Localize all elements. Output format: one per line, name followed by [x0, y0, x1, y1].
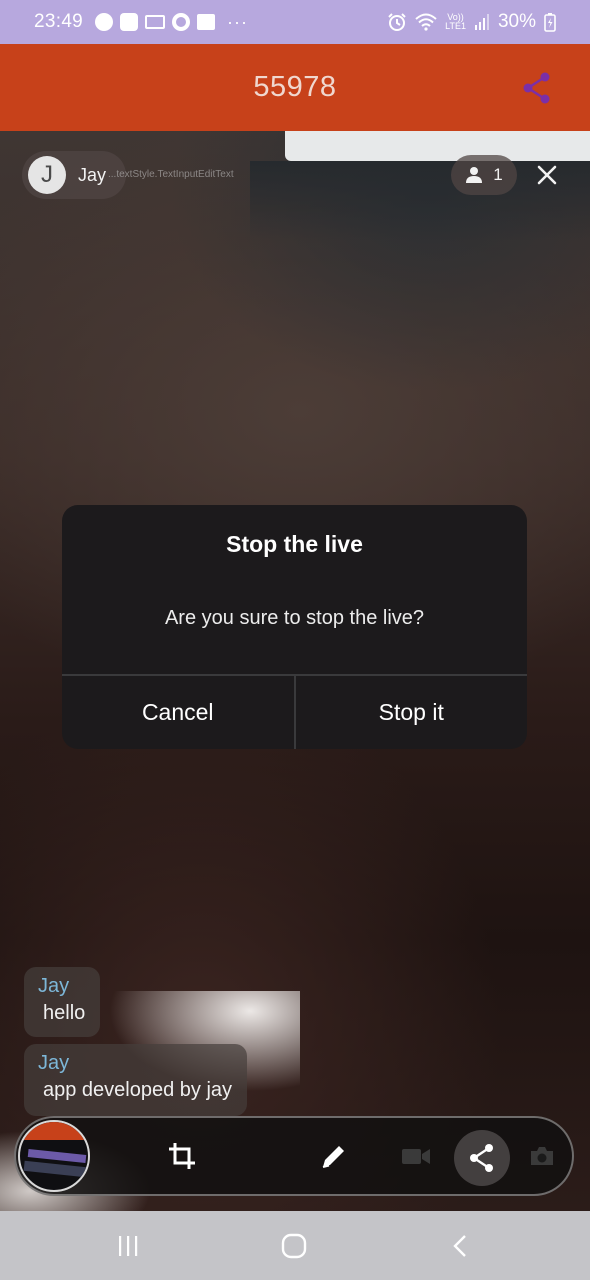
back-icon	[453, 1235, 466, 1257]
spotify-icon	[95, 13, 114, 31]
cancel-button[interactable]: Cancel	[62, 676, 294, 749]
alarm-icon	[388, 13, 406, 31]
battery-charging-icon	[544, 13, 556, 32]
status-bar: 23:49 ··· Vo)) LTE1 30%	[0, 0, 590, 44]
host-name: Jay	[78, 164, 107, 185]
recent-apps-icon	[119, 1236, 138, 1256]
crop-button[interactable]	[162, 1136, 202, 1176]
share-icon	[470, 1144, 493, 1172]
navigation-bar	[0, 1211, 590, 1280]
battery-percent: 30%	[497, 11, 536, 32]
dialog-title: Stop the live	[226, 531, 363, 557]
share-icon[interactable]	[522, 72, 552, 104]
viewer-count: 1	[493, 165, 503, 184]
gmail-icon	[145, 15, 166, 29]
avatar: J	[28, 156, 66, 194]
signal-icon	[474, 14, 489, 30]
notification-icons	[95, 13, 216, 31]
video-camera-button[interactable]	[396, 1136, 436, 1176]
screen-share-toolbar	[14, 1116, 574, 1196]
person-icon	[466, 167, 483, 183]
recent-apps-button[interactable]	[108, 1231, 148, 1261]
screen-thumbnail[interactable]	[18, 1120, 90, 1192]
wifi-icon	[415, 13, 437, 31]
home-icon	[281, 1233, 307, 1259]
page-title: 55978	[253, 71, 337, 103]
camera-icon	[531, 1147, 553, 1165]
network-type: Vo)) LTE1	[445, 12, 466, 31]
pen-icon	[322, 1146, 344, 1168]
camera-button[interactable]	[522, 1136, 562, 1176]
dialog-actions: Cancel Stop it	[62, 676, 527, 749]
background-text: ...textStyle.TextInputEditText	[108, 169, 234, 180]
back-button[interactable]	[440, 1231, 480, 1261]
app-bar: 55978	[0, 44, 590, 131]
stop-it-button[interactable]: Stop it	[296, 676, 528, 749]
chat-message: Jay hello	[24, 967, 100, 1037]
status-time: 23:49	[34, 11, 84, 32]
gallery-icon	[197, 14, 216, 30]
stop-live-dialog: Stop the live Are you sure to stop the l…	[62, 505, 527, 749]
system-icons: Vo)) LTE1 30%	[387, 11, 556, 33]
chat-sender: Jay	[38, 975, 70, 997]
home-button[interactable]	[274, 1231, 314, 1261]
circle-app-icon	[172, 13, 191, 31]
video-camera-icon	[402, 1149, 430, 1164]
s-app-icon	[120, 13, 139, 31]
more-notifications-icon: ···	[227, 11, 249, 32]
close-button[interactable]	[530, 155, 564, 195]
chat-text: hello	[43, 1002, 86, 1024]
chat-message: Jay app developed by jay	[24, 1044, 247, 1116]
crop-icon	[169, 1143, 195, 1169]
dialog-message: Are you sure to stop the live?	[164, 607, 425, 629]
pen-button[interactable]	[314, 1136, 354, 1176]
chat-text: app developed by jay	[43, 1079, 233, 1101]
chat-sender: Jay	[38, 1052, 70, 1074]
viewer-count-badge[interactable]: 1	[451, 155, 517, 195]
close-icon	[537, 165, 557, 185]
share-button[interactable]	[454, 1130, 510, 1186]
